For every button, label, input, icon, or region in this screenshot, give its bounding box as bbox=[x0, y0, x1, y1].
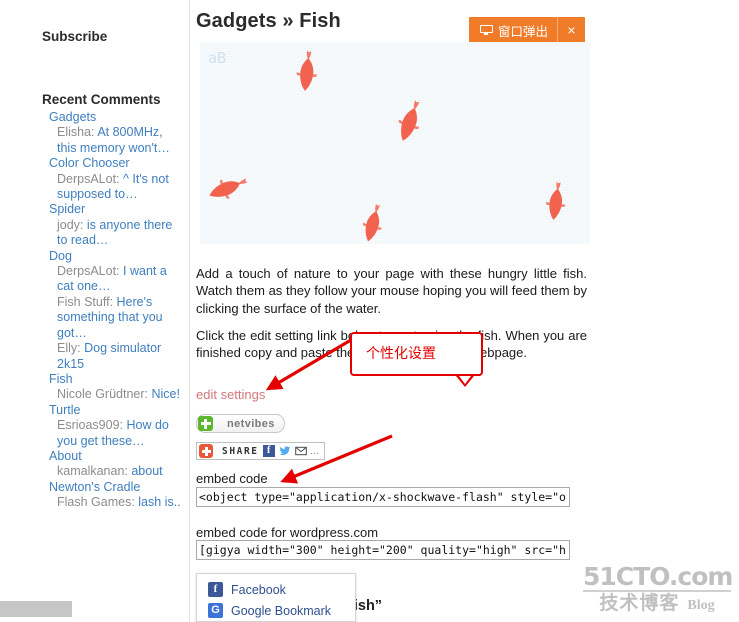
comment-snippet-link[interactable]: Esrioas909: How do you get these… bbox=[0, 418, 190, 449]
list-item: Fish Nicole Grüdtner: Nice! bbox=[0, 372, 190, 403]
addthis-plus-icon bbox=[199, 444, 213, 458]
comment-author: DerpsALot: bbox=[57, 264, 124, 279]
main-content: Gadgets » Fish 窗口弹出 × aB Add a touch of … bbox=[190, 0, 739, 622]
embed-code-wordpress-input[interactable] bbox=[196, 540, 570, 560]
comment-author: Flash Games: bbox=[57, 495, 139, 510]
embed-code-wordpress-label: embed code for wordpress.com bbox=[196, 525, 379, 540]
comment-post-link[interactable]: Spider bbox=[0, 202, 190, 217]
edit-settings-link[interactable]: edit settings bbox=[196, 387, 265, 402]
comment-snippet-link[interactable]: Elisha: At 800MHz, this memory won't… bbox=[0, 125, 190, 156]
fish-icon bbox=[358, 201, 389, 244]
description-paragraph-1: Add a touch of nature to your page with … bbox=[196, 266, 587, 316]
facebook-icon: f bbox=[208, 582, 223, 597]
fish-icon bbox=[294, 49, 320, 93]
share-label: SHARE bbox=[222, 445, 259, 457]
comment-author: kamalkanan: bbox=[57, 464, 132, 479]
list-item: About kamalkanan: about bbox=[0, 449, 190, 480]
list-item: Color Chooser DerpsALot: ^ It's not suppo… bbox=[0, 156, 190, 202]
comment-author: jody: bbox=[57, 217, 87, 232]
breadcrumb-parent: Gadgets bbox=[196, 10, 277, 32]
aquarium-logo: aB bbox=[208, 49, 227, 67]
comment-text: lash is.. bbox=[138, 495, 181, 510]
close-icon[interactable]: × bbox=[557, 17, 585, 43]
netvibes-add-button[interactable]: netvibes bbox=[196, 414, 285, 433]
netvibes-label: netvibes bbox=[227, 417, 275, 430]
comment-author: Elisha: bbox=[57, 125, 98, 140]
comment-text: Nice! bbox=[151, 387, 180, 402]
twitter-icon[interactable] bbox=[279, 445, 291, 457]
dropdown-item-label: Facebook bbox=[231, 582, 286, 597]
comment-author: Fish Stuff: bbox=[57, 294, 117, 309]
comment-snippet-link[interactable]: kamalkanan: about bbox=[0, 464, 190, 479]
annotation-callout-text: 个性化设置 bbox=[366, 345, 436, 361]
recent-comments-list: Gadgets Elisha: At 800MHz, this memory wo… bbox=[0, 110, 190, 511]
comment-post-link[interactable]: Fish bbox=[0, 372, 190, 387]
recent-comments-heading: Recent Comments bbox=[42, 92, 161, 107]
comment-author: Nicole Grüdtner: bbox=[57, 387, 152, 402]
comment-snippet-link[interactable]: jody: is anyone there to read… bbox=[0, 218, 190, 249]
facebook-icon[interactable]: f bbox=[262, 445, 275, 457]
dropdown-item-facebook[interactable]: f Facebook bbox=[197, 579, 355, 600]
list-item: Elly: Dog simulator 2k15 bbox=[0, 341, 190, 372]
share-more-icon[interactable]: … bbox=[310, 446, 320, 457]
embed-code-label: embed code bbox=[196, 471, 268, 486]
comment-author: Elly: bbox=[57, 341, 85, 356]
google-icon: G bbox=[208, 603, 223, 618]
list-item: Gadgets Elisha: At 800MHz, this memory wo… bbox=[0, 110, 190, 156]
comment-text: about bbox=[131, 464, 163, 479]
annotation-callout-box: 个性化设置 bbox=[350, 332, 483, 387]
embed-code-input[interactable] bbox=[196, 487, 570, 507]
comment-post-link[interactable]: Turtle bbox=[0, 403, 190, 418]
comment-snippet-link[interactable]: DerpsALot: ^ It's not supposed to… bbox=[0, 172, 190, 203]
fish-icon bbox=[543, 180, 569, 222]
window-popup-label: 窗口弹出 bbox=[498, 24, 549, 39]
comment-post-link[interactable]: Newton's Cradle bbox=[0, 480, 190, 495]
comment-author: DerpsALot: bbox=[57, 171, 124, 186]
comment-snippet-link[interactable]: Fish Stuff: Here's something that you go… bbox=[0, 295, 190, 341]
dropdown-item-google-bookmark[interactable]: G Google Bookmark bbox=[197, 600, 355, 621]
comment-snippet-link[interactable]: Nicole Grüdtner: Nice! bbox=[0, 387, 190, 402]
fish-aquarium-canvas[interactable]: aB bbox=[200, 42, 590, 244]
comment-post-link[interactable]: Dog bbox=[0, 249, 190, 264]
breadcrumb-separator: » bbox=[276, 10, 300, 32]
email-icon[interactable] bbox=[294, 445, 307, 457]
horizontal-scrollbar-thumb[interactable] bbox=[0, 601, 72, 617]
watermark-cn: 技术博客 bbox=[599, 593, 680, 614]
comment-snippet-link[interactable]: Flash Games: lash is.. bbox=[0, 495, 190, 510]
monitor-icon bbox=[480, 24, 493, 36]
watermark-subtitle: 技术博客 Blog bbox=[583, 592, 731, 618]
dropdown-item-label: Google Bookmark bbox=[231, 603, 332, 618]
comment-snippet-link[interactable]: Elly: Dog simulator 2k15 bbox=[0, 341, 190, 372]
share-services-dropdown: f Facebook G Google Bookmark bbox=[196, 573, 356, 622]
comment-author: Esrioas909: bbox=[57, 418, 127, 433]
share-button[interactable]: SHARE f … bbox=[196, 442, 325, 460]
list-item: Dog DerpsALot: I want a cat one… bbox=[0, 249, 190, 295]
list-item: Newton's Cradle Flash Games: lash is.. bbox=[0, 480, 190, 511]
comment-post-link[interactable]: Gadgets bbox=[0, 110, 190, 125]
watermark-blog: Blog bbox=[687, 598, 715, 613]
subscribe-heading: Subscribe bbox=[42, 29, 108, 44]
fish-icon bbox=[204, 170, 251, 206]
callout-tail bbox=[456, 376, 474, 387]
comment-post-link[interactable]: Color Chooser bbox=[0, 156, 190, 171]
popup-toolbar: 窗口弹出 × bbox=[469, 17, 586, 43]
window-popup-button[interactable]: 窗口弹出 bbox=[469, 17, 557, 43]
watermark: 51CTO.com 技术博客 Blog bbox=[583, 562, 733, 618]
sidebar: Subscribe Recent Comments Gadgets Elisha:… bbox=[0, 0, 190, 622]
comment-post-link[interactable]: About bbox=[0, 449, 190, 464]
comment-snippet-link[interactable]: DerpsALot: I want a cat one… bbox=[0, 264, 190, 295]
page-title: Gadgets » Fish bbox=[196, 10, 341, 33]
watermark-site: 51CTO.com bbox=[583, 562, 733, 592]
page-root: Subscribe Recent Comments Gadgets Elisha:… bbox=[0, 0, 739, 622]
list-item: Fish Stuff: Here's something that you go… bbox=[0, 295, 190, 341]
plus-icon bbox=[198, 416, 213, 431]
fish-icon bbox=[392, 96, 429, 145]
list-item: Spider jody: is anyone there to read… bbox=[0, 202, 190, 248]
list-item: Turtle Esrioas909: How do you get these… bbox=[0, 403, 190, 449]
breadcrumb-current: Fish bbox=[299, 10, 341, 32]
